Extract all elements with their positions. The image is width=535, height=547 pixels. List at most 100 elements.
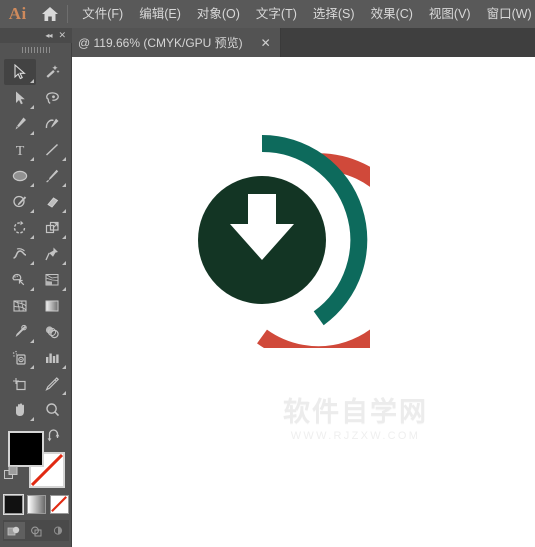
default-fill-stroke-button[interactable]: [4, 466, 19, 486]
download-progress-ring[interactable]: [154, 132, 424, 364]
panel-drag-handle[interactable]: [0, 43, 72, 57]
selection-arrow-icon: [14, 64, 26, 80]
tool-group-corner: [30, 79, 34, 83]
tool-group-corner: [30, 209, 34, 213]
type-tool[interactable]: T: [4, 137, 36, 163]
none-mode-button[interactable]: [49, 495, 69, 514]
blend-tool[interactable]: [36, 319, 68, 345]
grip-dots-icon: [22, 47, 50, 53]
none-slash-icon: [50, 496, 67, 512]
tool-group-corner: [30, 235, 34, 239]
draw-normal-icon: [7, 526, 20, 535]
shaper-tool[interactable]: [4, 189, 36, 215]
swap-fill-stroke-button[interactable]: [46, 429, 62, 448]
home-icon: [42, 7, 59, 21]
mesh-tool[interactable]: [4, 293, 36, 319]
tool-group-corner: [30, 105, 34, 109]
column-graph-icon: [46, 353, 59, 363]
menu-item-file[interactable]: 文件(F): [74, 0, 131, 28]
hand-tool[interactable]: [4, 397, 36, 423]
draw-inside-button[interactable]: [48, 522, 69, 539]
menu-item-object[interactable]: 对象(O): [189, 0, 248, 28]
menu-items: 文件(F) 编辑(E) 对象(O) 文字(T) 选择(S) 效果(C) 视图(V…: [74, 0, 535, 28]
menu-item-type[interactable]: 文字(T): [248, 0, 305, 28]
draw-behind-button[interactable]: [26, 522, 47, 539]
illustrator-window: Ai 文件(F) 编辑(E) 对象(O) 文字(T) 选择(S) 效果(C) 视…: [0, 0, 535, 547]
tool-group-corner: [30, 365, 34, 369]
scale-tool[interactable]: [36, 215, 68, 241]
document-canvas[interactable]: 软件自学网 WWW.RJZXW.COM: [72, 57, 535, 547]
tool-group-corner: [62, 261, 66, 265]
tool-group-corner: [30, 183, 34, 187]
line-icon: [45, 143, 59, 156]
rotate-tool[interactable]: [4, 215, 36, 241]
shaper-pencil-icon: [12, 195, 26, 208]
curvature-pen-icon: [45, 118, 58, 129]
watermark: 软件自学网 WWW.RJZXW.COM: [283, 390, 428, 442]
menu-item-edit[interactable]: 编辑(E): [131, 0, 189, 28]
direct-selection-tool[interactable]: [4, 85, 36, 111]
slice-knife-icon: [45, 377, 60, 391]
tool-group-corner: [30, 287, 34, 291]
menu-item-select[interactable]: 选择(S): [305, 0, 363, 28]
fill-swatch[interactable]: [8, 431, 44, 467]
type-T-icon: T: [16, 144, 25, 158]
tool-group-corner: [30, 131, 34, 135]
close-icon[interactable]: ✕: [257, 35, 275, 51]
gradient-mode-button[interactable]: [26, 495, 46, 514]
direct-selection-arrow-icon: [16, 91, 25, 105]
tool-group-corner: [30, 261, 34, 265]
home-button[interactable]: [35, 0, 65, 28]
close-panel-icon[interactable]: ✕: [58, 30, 66, 41]
slice-tool[interactable]: [36, 371, 68, 397]
tool-group-corner: [62, 157, 66, 161]
tool-group-corner: [30, 417, 34, 421]
column-graph-tool[interactable]: [36, 345, 68, 371]
drawing-mode-row: [3, 520, 69, 541]
collapse-panel-icon[interactable]: ◂◂: [45, 31, 52, 40]
tool-group-corner: [62, 287, 66, 291]
pen-tool[interactable]: [4, 111, 36, 137]
svg-text:T: T: [16, 144, 25, 158]
selection-tool[interactable]: [4, 59, 36, 85]
artboard-tool[interactable]: [4, 371, 36, 397]
draw-inside-icon: [53, 526, 63, 535]
fill-stroke-swatches: [0, 429, 72, 491]
shape-builder-tool[interactable]: [4, 267, 36, 293]
magnifier-icon: [45, 403, 59, 417]
pen-nib-icon: [15, 117, 26, 130]
tool-group-corner: [62, 391, 66, 395]
ellipse-tool[interactable]: [4, 163, 36, 189]
tool-grid: T: [0, 57, 72, 423]
lasso-tool[interactable]: [36, 85, 68, 111]
hand-icon: [15, 403, 24, 416]
magic-wand-tool[interactable]: [36, 59, 68, 85]
paintbrush-tool[interactable]: [36, 163, 68, 189]
tool-group-corner: [62, 209, 66, 213]
eraser-tool[interactable]: [36, 189, 68, 215]
menu-item-view[interactable]: 视图(V): [421, 0, 479, 28]
eyedropper-tool[interactable]: [4, 319, 36, 345]
curvature-tool[interactable]: [36, 111, 68, 137]
document-tab-label: @ 119.66% (CMYK/GPU 预览): [78, 36, 243, 50]
symbol-sprayer-tool[interactable]: [4, 345, 36, 371]
width-tool[interactable]: [4, 241, 36, 267]
perspective-grid-tool[interactable]: [36, 267, 68, 293]
draw-normal-button[interactable]: [3, 522, 25, 539]
zoom-tool[interactable]: [36, 397, 68, 423]
line-segment-tool[interactable]: [36, 137, 68, 163]
tool-group-corner: [62, 365, 66, 369]
gradient-icon: [45, 300, 59, 312]
paint-mode-row: [0, 494, 72, 515]
menu-item-effect[interactable]: 效果(C): [363, 0, 421, 28]
lasso-icon: [45, 92, 59, 104]
document-tab[interactable]: @ 119.66% (CMYK/GPU 预览) ✕: [72, 28, 281, 57]
gradient-tool[interactable]: [36, 293, 68, 319]
menu-bar: Ai 文件(F) 编辑(E) 对象(O) 文字(T) 选择(S) 效果(C) 视…: [0, 0, 535, 28]
free-transform-tool[interactable]: [36, 241, 68, 267]
tools-panel: ◂◂ ✕ T: [0, 28, 72, 547]
menu-item-window[interactable]: 窗口(W): [479, 0, 535, 28]
tool-group-corner: [30, 157, 34, 161]
color-mode-button[interactable]: [2, 494, 24, 515]
color-controls: [0, 423, 72, 547]
